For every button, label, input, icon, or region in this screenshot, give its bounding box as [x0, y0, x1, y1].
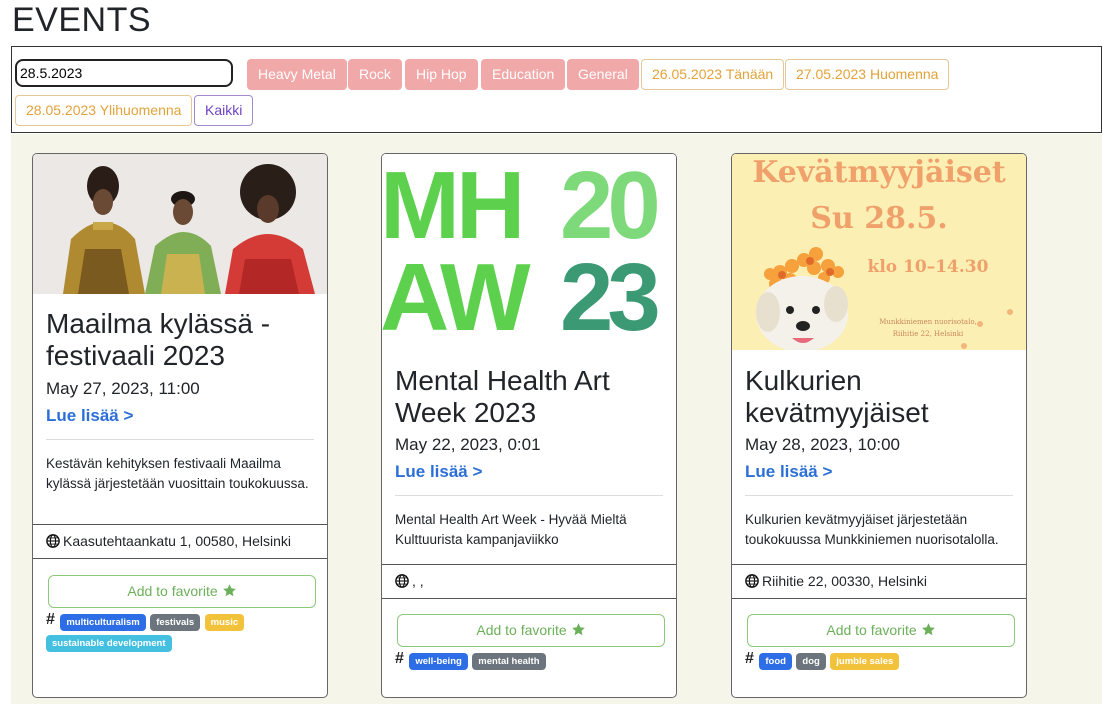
event-description: Kestävän kehityksen festivaali Maailma k… [46, 456, 309, 491]
tag-list: # well-being mental health [395, 649, 670, 671]
event-card: Maailma kylässä -festivaali 2023 May 27,… [32, 153, 328, 698]
hashtag-icon: # [46, 611, 55, 628]
event-image [33, 154, 327, 294]
favorite-label: Add to favorite [826, 622, 917, 638]
tag: mental health [472, 653, 546, 670]
filter-heavy-metal-button[interactable]: Heavy Metal [247, 59, 347, 90]
read-more-link[interactable]: Lue lisää > [745, 462, 832, 482]
tag: dog [796, 653, 826, 670]
filter-tomorrow-button[interactable]: 27.05.2023 Huomenna [785, 59, 950, 90]
filter-general-button[interactable]: General [567, 59, 639, 90]
image-text-year-bottom: 23 [560, 244, 657, 331]
hashtag-icon: # [395, 650, 404, 667]
filter-education-button[interactable]: Education [481, 59, 566, 90]
event-description: Kulkurien kevätmyyjäiset järjestetään to… [745, 512, 999, 547]
image-headline: Kevätmyyjäiset [752, 155, 1006, 190]
favorite-label: Add to favorite [476, 622, 567, 638]
image-text-aw: AW [382, 244, 531, 331]
image-address: Riihitie 22, Helsinki [893, 330, 964, 338]
filter-bar: Heavy Metal Rock Hip Hop Education Gener… [11, 46, 1102, 133]
event-title: Maailma kylässä -festivaali 2023 [46, 308, 271, 371]
filter-hip-hop-button[interactable]: Hip Hop [405, 59, 478, 90]
event-title: Kulkurien kevätmyyjäiset [745, 365, 929, 428]
location-text: , , [412, 573, 424, 589]
event-card: Kevätmyyjäiset Su 28.5. klo 10–14.30 Mun… [731, 153, 1027, 698]
location-text: Kaasutehtaankatu 1, 00580, Helsinki [63, 533, 292, 549]
event-location: Kaasutehtaankatu 1, 00580, Helsinki [33, 524, 327, 559]
tag: music [204, 614, 245, 631]
event-date: May 28, 2023, 10:00 [745, 435, 901, 454]
filter-all-button[interactable]: Kaikki [194, 95, 254, 126]
event-image: MH AW 20 23 [382, 154, 676, 331]
date-input[interactable] [15, 59, 233, 87]
globe-icon [46, 527, 60, 560]
divider [46, 439, 314, 440]
read-more-link[interactable]: Lue lisää > [46, 406, 133, 426]
location-text: Riihitie 22, 00330, Helsinki [762, 573, 927, 589]
read-more-link[interactable]: Lue lisää > [395, 462, 482, 482]
star-icon [222, 578, 237, 609]
event-date: May 22, 2023, 0:01 [395, 435, 541, 454]
star-icon [571, 617, 586, 648]
tag: sustainable development [46, 635, 172, 652]
tag-list: # food dog jumble sales [745, 649, 1020, 671]
event-title: Mental Health Art Week 2023 [395, 365, 610, 428]
filter-rock-button[interactable]: Rock [348, 59, 402, 90]
tag: food [759, 653, 792, 670]
tag-list: # multiculturalism festivals music susta… [46, 610, 321, 653]
add-to-favorite-button[interactable]: Add to favorite [48, 575, 316, 608]
divider [745, 495, 1013, 496]
filter-today-button[interactable]: 26.05.2023 Tänään [641, 59, 785, 90]
favorite-label: Add to favorite [127, 583, 218, 599]
page-title: EVENTS [12, 1, 152, 39]
globe-icon [395, 567, 409, 600]
add-to-favorite-button[interactable]: Add to favorite [747, 614, 1015, 647]
hashtag-icon: # [745, 650, 754, 667]
image-day: Su 28.5. [810, 201, 947, 236]
event-date: May 27, 2023, 11:00 [46, 379, 200, 398]
event-location: , , [382, 564, 676, 599]
tag: well-being [409, 653, 468, 670]
filter-day-after-tomorrow-button[interactable]: 28.05.2023 Ylihuomenna [15, 95, 193, 126]
event-location: Riihitie 22, 00330, Helsinki [732, 564, 1026, 599]
event-image: Kevätmyyjäiset Su 28.5. klo 10–14.30 Mun… [732, 154, 1026, 350]
event-card: MH AW 20 23 Mental Health Art Week 2023 … [381, 153, 677, 698]
events-grid: Maailma kylässä -festivaali 2023 May 27,… [11, 134, 1102, 704]
image-time: klo 10–14.30 [868, 257, 989, 277]
tag: festivals [150, 614, 201, 631]
tag: multiculturalism [60, 614, 146, 631]
star-icon [921, 617, 936, 648]
event-description: Mental Health Art Week - Hyvää Mieltä Ku… [395, 512, 627, 547]
tag: jumble sales [830, 653, 900, 670]
add-to-favorite-button[interactable]: Add to favorite [397, 614, 665, 647]
divider [395, 495, 663, 496]
image-venue: Munkkiniemen nuorisotalo, [879, 318, 977, 326]
globe-icon [745, 567, 759, 600]
